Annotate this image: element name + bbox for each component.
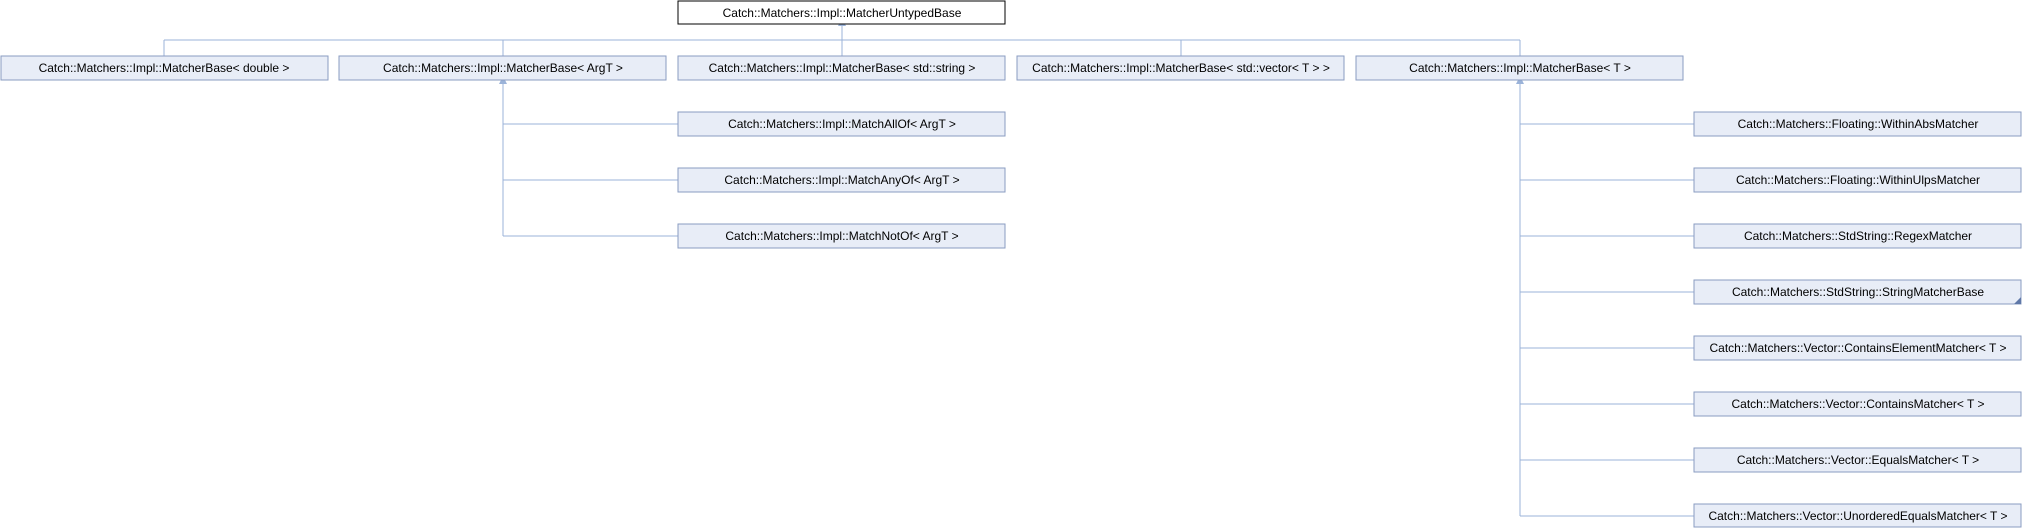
node-stringmatcherbase[interactable]: Catch::Matchers::StdString::StringMatche…: [1693, 279, 2022, 305]
node-label: Catch::Matchers::Impl::MatcherBase< std:…: [709, 61, 976, 75]
node-label: Catch::Matchers::Vector::UnorderedEquals…: [1708, 509, 2007, 523]
node-label: Catch::Matchers::Floating::WithinAbsMatc…: [1738, 117, 1979, 131]
node-label: Catch::Matchers::Impl::MatcherBase< std:…: [1032, 61, 1330, 75]
node-label: Catch::Matchers::StdString::StringMatche…: [1732, 285, 1984, 299]
node-label: Catch::Matchers::Vector::ContainsMatcher…: [1731, 397, 1984, 411]
inheritance-edges: [163, 18, 1694, 517]
node-withinulpsmatcher[interactable]: Catch::Matchers::Floating::WithinUlpsMat…: [1693, 167, 2022, 193]
node-matcher-untyped-base[interactable]: Catch::Matchers::Impl::MatcherUntypedBas…: [677, 0, 1006, 25]
node-matchnotof[interactable]: Catch::Matchers::Impl::MatchNotOf< ArgT …: [677, 223, 1006, 249]
node-label: Catch::Matchers::Floating::WithinUlpsMat…: [1736, 173, 1980, 187]
node-matchallof[interactable]: Catch::Matchers::Impl::MatchAllOf< ArgT …: [677, 111, 1006, 137]
class-hierarchy-diagram: Catch::Matchers::Impl::MatcherUntypedBas…: [0, 0, 2022, 528]
node-unorderedequalsmatcher[interactable]: Catch::Matchers::Vector::UnorderedEquals…: [1693, 503, 2022, 528]
node-label: Catch::Matchers::Impl::MatchAllOf< ArgT …: [728, 117, 956, 131]
node-label: Catch::Matchers::Impl::MatchAnyOf< ArgT …: [724, 173, 959, 187]
node-label: Catch::Matchers::Impl::MatcherUntypedBas…: [723, 6, 962, 20]
node-matchanyof[interactable]: Catch::Matchers::Impl::MatchAnyOf< ArgT …: [677, 167, 1006, 193]
node-matcherbase-vector[interactable]: Catch::Matchers::Impl::MatcherBase< std:…: [1016, 55, 1345, 81]
node-label: Catch::Matchers::Impl::MatchNotOf< ArgT …: [725, 229, 958, 243]
node-matcherbase-t[interactable]: Catch::Matchers::Impl::MatcherBase< T >: [1355, 55, 1684, 81]
node-regexmatcher[interactable]: Catch::Matchers::StdString::RegexMatcher: [1693, 223, 2022, 249]
node-label: Catch::Matchers::Vector::ContainsElement…: [1709, 341, 2006, 355]
node-containselementmatcher[interactable]: Catch::Matchers::Vector::ContainsElement…: [1693, 335, 2022, 361]
node-matcherbase-string[interactable]: Catch::Matchers::Impl::MatcherBase< std:…: [677, 55, 1006, 81]
node-label: Catch::Matchers::Impl::MatcherBase< T >: [1409, 61, 1631, 75]
node-matcherbase-argt[interactable]: Catch::Matchers::Impl::MatcherBase< ArgT…: [338, 55, 667, 81]
node-label: Catch::Matchers::StdString::RegexMatcher: [1744, 229, 1972, 243]
node-containsmatcher[interactable]: Catch::Matchers::Vector::ContainsMatcher…: [1693, 391, 2022, 417]
node-withinabsmatcher[interactable]: Catch::Matchers::Floating::WithinAbsMatc…: [1693, 111, 2022, 137]
node-equalsmatcher[interactable]: Catch::Matchers::Vector::EqualsMatcher< …: [1693, 447, 2022, 473]
node-matcherbase-double[interactable]: Catch::Matchers::Impl::MatcherBase< doub…: [0, 55, 329, 81]
node-label: Catch::Matchers::Vector::EqualsMatcher< …: [1737, 453, 1979, 467]
node-label: Catch::Matchers::Impl::MatcherBase< ArgT…: [383, 61, 623, 75]
node-label: Catch::Matchers::Impl::MatcherBase< doub…: [39, 61, 290, 75]
